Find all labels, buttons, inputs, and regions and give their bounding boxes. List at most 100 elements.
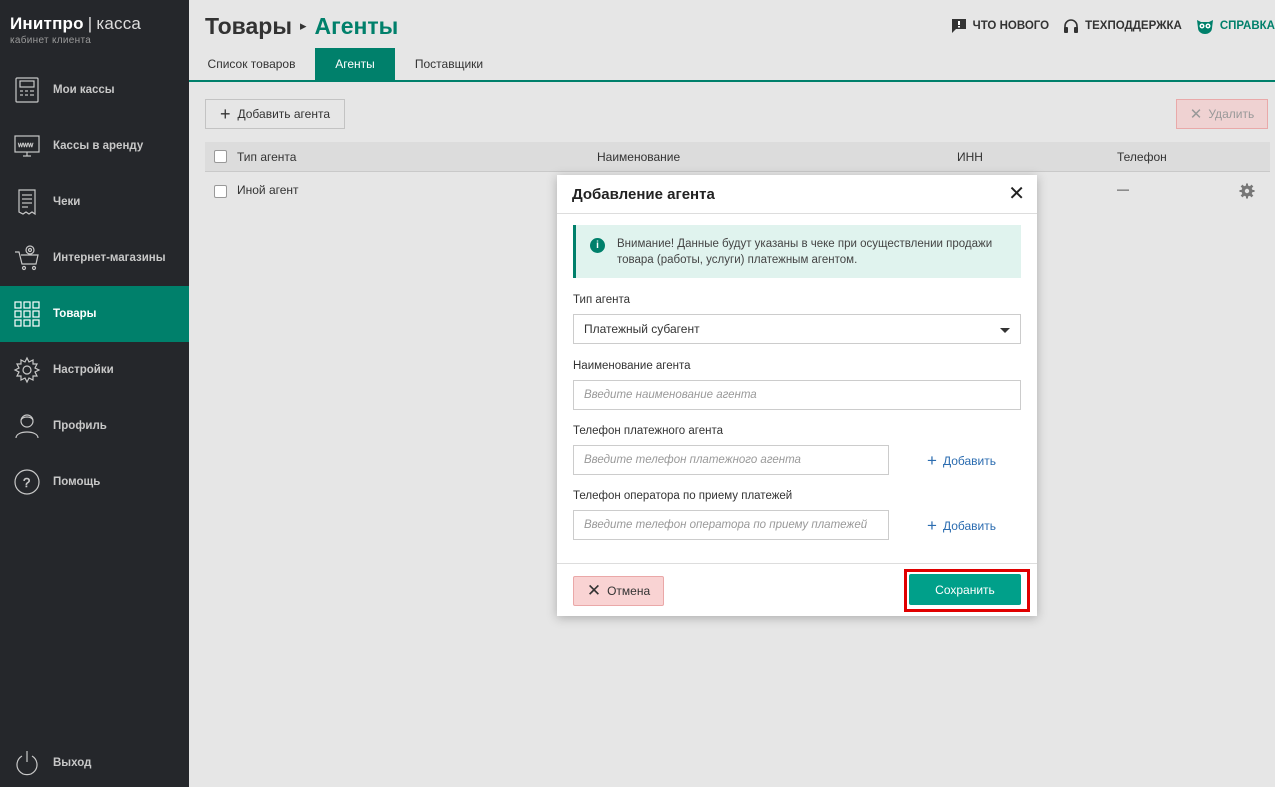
tab-agents[interactable]: Агенты [315,48,395,80]
row-checkbox[interactable] [214,185,227,198]
tab-goods-list[interactable]: Список товаров [194,48,309,80]
grid-icon [0,300,53,328]
sidebar-item-profile[interactable]: Профиль [0,398,189,454]
sidebar-item-label: Товары [53,308,97,320]
sidebar-item-online-stores[interactable]: Интернет-магазины [0,230,189,286]
agent-name-label: Наименование агента [573,360,691,372]
delete-button[interactable]: ✕ Удалить [1176,99,1268,129]
agent-phone-label: Телефон платежного агента [573,425,723,437]
sidebar-item-label: Интернет-магазины [53,252,166,264]
cell-phone: — [1117,182,1129,196]
whats-new-link[interactable]: ЧТО НОВОГО [951,18,1050,34]
tab-suppliers[interactable]: Поставщики [403,48,495,80]
gear-icon [0,356,53,384]
modal-footer: ✕ Отмена Сохранить [557,563,1037,616]
svg-text:?: ? [23,475,30,490]
plus-icon: + [219,103,231,124]
agent-type-value: Платежный субагент [584,322,700,336]
sidebar-item-label: Помощь [53,476,101,488]
cart-at-icon [0,244,53,272]
cell-type: Иной агент [237,183,299,197]
tab-bar: Список товаров Агенты Поставщики [189,48,1275,82]
sidebar-item-help[interactable]: ? Помощь [0,454,189,510]
sidebar-item-label: Мои кассы [53,84,115,96]
sidebar-item-rent-kassas[interactable]: www Кассы в аренду [0,118,189,174]
brand-product: касса [96,14,142,33]
select-all-checkbox[interactable] [214,150,227,163]
brand-logo[interactable]: Инитпро | касса кабинет клиента [0,0,189,56]
brand-separator: | [87,14,93,33]
svg-text:www: www [17,142,34,149]
agent-phone-input[interactable] [584,454,888,466]
www-monitor-icon: www [0,132,53,160]
sidebar-item-logout[interactable]: Выход [0,735,189,787]
agent-name-field [573,380,1021,410]
page-header: Товары ▸ Агенты ЧТО НОВОГО ТЕХПОДДЕРЖКА СП… [189,0,1275,48]
gear-icon[interactable] [1239,183,1255,202]
whats-new-label: ЧТО НОВОГО [972,20,1050,32]
modal-header: Добавление агента ✕ [557,175,1037,214]
sidebar-item-label: Чеки [53,196,81,208]
logout-label: Выход [53,757,92,769]
agent-phone-field [573,445,889,475]
chat-alert-icon [951,18,967,34]
add-link-label: Добавить [942,519,996,533]
save-button[interactable]: Сохранить [909,574,1021,605]
plus-icon: + [927,451,937,470]
sidebar: Инитпро | касса кабинет клиента Мои кассы … [0,0,189,787]
sidebar-item-goods[interactable]: Товары [0,286,189,342]
sidebar-item-label: Настройки [53,364,114,376]
breadcrumb-current: Агенты [314,13,399,39]
sidebar-item-my-kassas[interactable]: Мои кассы [0,62,189,118]
column-header-name[interactable]: Наименование [597,150,680,164]
breadcrumb-arrow-icon: ▸ [299,18,307,33]
help-link[interactable]: СПРАВКА [1196,18,1275,34]
agent-type-select[interactable]: Платежный субагент [573,314,1021,344]
plus-icon: + [927,516,937,535]
power-icon [0,749,53,777]
modal-title: Добавление агента [572,186,715,203]
add-agent-button[interactable]: + Добавить агента [205,99,345,129]
support-link[interactable]: ТЕХПОДДЕРЖКА [1063,18,1182,34]
close-icon: ✕ [586,581,602,600]
chevron-down-icon [1000,328,1010,333]
add-agent-label: Добавить агента [237,107,331,121]
sidebar-item-label: Кассы в аренду [53,140,144,152]
sidebar-item-label: Профиль [53,420,107,432]
add-agent-phone-link[interactable]: + Добавить [927,451,996,471]
question-icon: ? [0,468,53,496]
breadcrumb: Товары ▸ Агенты [205,13,398,40]
sidebar-item-settings[interactable]: Настройки [0,342,189,398]
brand-subtitle: кабинет клиента [10,35,92,46]
cancel-label: Отмена [607,584,651,598]
headset-icon [1063,18,1079,34]
column-header-phone[interactable]: Телефон [1117,150,1167,164]
brand-name: Инитпро [10,14,84,33]
add-link-label: Добавить [942,454,996,468]
agent-name-input[interactable] [584,389,1020,401]
cash-register-icon [0,76,53,104]
help-label: СПРАВКА [1219,20,1275,32]
user-icon [0,412,53,440]
close-icon: ✕ [1189,106,1203,123]
operator-phone-label: Телефон оператора по приему платежей [573,490,793,502]
delete-label: Удалить [1208,107,1255,121]
info-notice: i Внимание! Данные будут указаны в чеке … [573,225,1021,278]
column-header-inn[interactable]: ИНН [957,150,983,164]
add-agent-modal: Добавление агента ✕ i Внимание! Данные б… [557,175,1037,616]
breadcrumb-parent[interactable]: Товары [205,13,292,39]
header-links: ЧТО НОВОГО ТЕХПОДДЕРЖКА СПРАВКА [951,18,1275,34]
sidebar-item-receipts[interactable]: Чеки [0,174,189,230]
operator-phone-input[interactable] [584,519,888,531]
notice-text: Внимание! Данные будут указаны в чеке пр… [617,238,993,266]
table-header: Тип агента Наименование ИНН Телефон [205,142,1270,172]
support-label: ТЕХПОДДЕРЖКА [1085,20,1182,32]
close-icon[interactable]: ✕ [1008,184,1025,204]
save-highlight-frame: Сохранить [904,569,1030,612]
operator-phone-field [573,510,889,540]
cancel-button[interactable]: ✕ Отмена [573,576,664,606]
add-operator-phone-link[interactable]: + Добавить [927,516,996,536]
column-header-type[interactable]: Тип агента [237,150,296,164]
info-icon: i [590,238,605,253]
agent-type-label: Тип агента [573,294,630,306]
